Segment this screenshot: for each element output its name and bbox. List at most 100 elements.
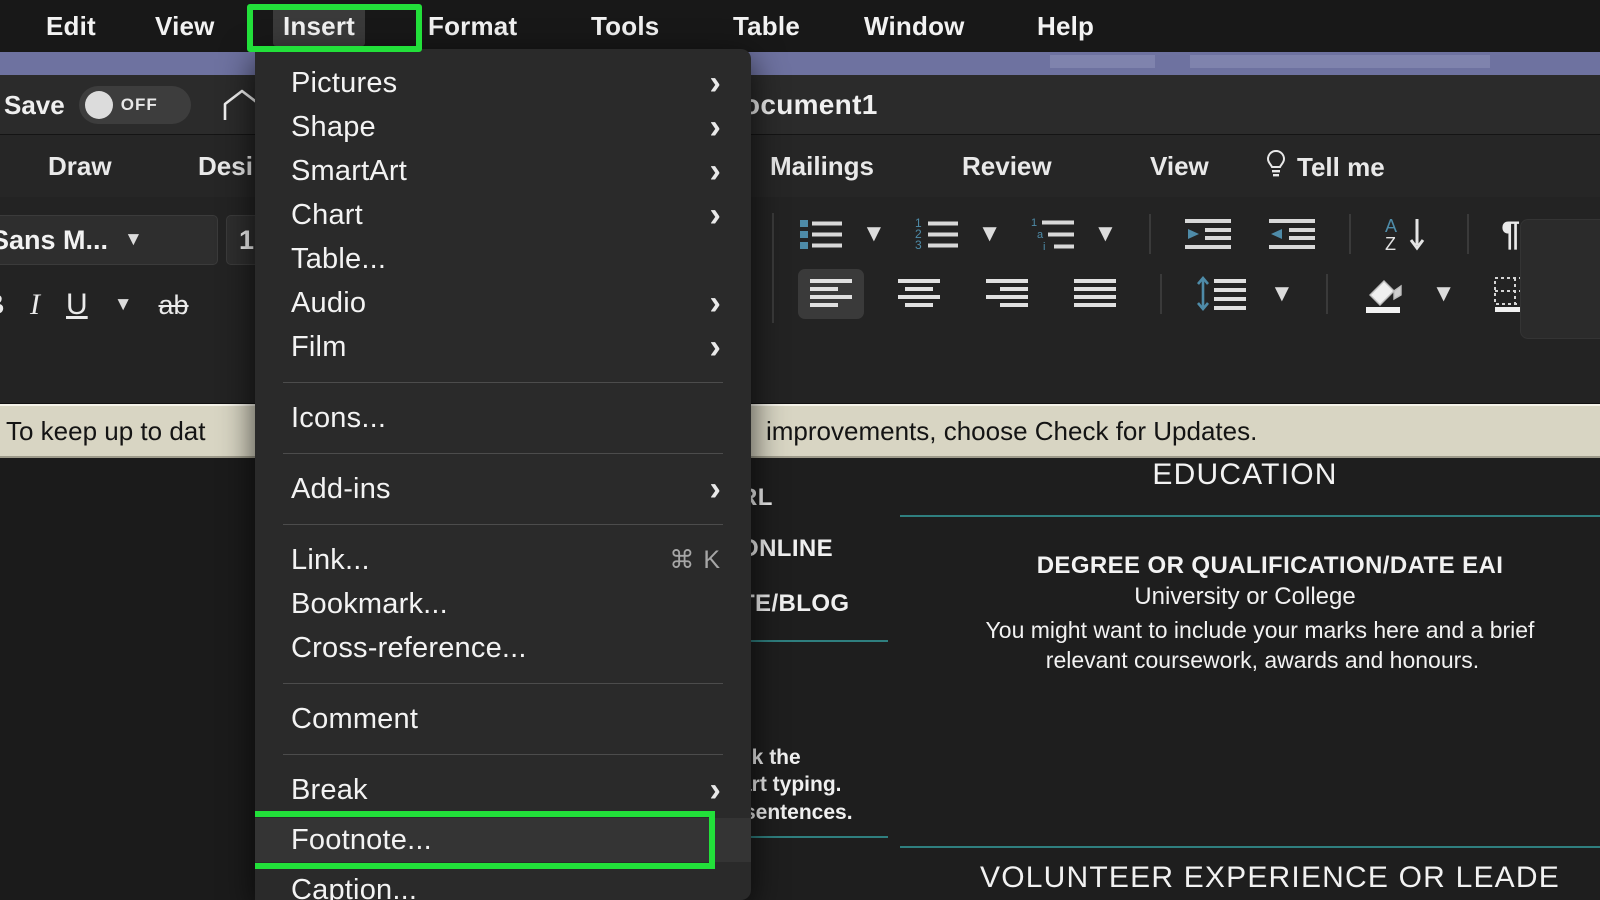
numbered-list-chevron-down-icon[interactable]: ▼ — [978, 220, 1002, 248]
menu-item-smartart[interactable]: SmartArt › — [255, 149, 751, 193]
macos-menu-bar: Edit View Insert Format Tools Table Window Help — [0, 0, 1600, 52]
teal-divider — [750, 836, 888, 838]
underline-button[interactable]: U — [66, 288, 88, 322]
menu-item-audio[interactable]: Audio › — [255, 281, 751, 325]
menu-item-comment[interactable]: Comment — [255, 697, 751, 741]
ribbon-tab-mailings[interactable]: Mailings — [748, 147, 896, 186]
degree-heading: DEGREE OR QUALIFICATION/DATE EAI — [1036, 552, 1504, 579]
update-notification-bar[interactable]: To keep up to dat improvements, choose C… — [0, 404, 1600, 458]
numbered-list-icon[interactable]: 1 2 3 — [914, 214, 960, 254]
multilevel-list-icon[interactable]: 1 a i — [1030, 214, 1076, 254]
ribbon-tab-label: Tell me — [1297, 152, 1385, 182]
sort-az-icon[interactable]: A Z — [1383, 213, 1435, 255]
menu-separator — [283, 453, 723, 454]
menu-item-cross-reference[interactable]: Cross-reference... — [255, 626, 751, 670]
menubar-item-help[interactable]: Help — [1027, 7, 1104, 46]
word-window: Document1 Save OFF Draw Desi Mailings Revie… — [0, 52, 1600, 900]
menu-item-add-ins[interactable]: Add-ins › — [255, 467, 751, 511]
svg-text:A: A — [1385, 216, 1397, 236]
align-left-icon[interactable] — [798, 269, 864, 319]
line-spacing-chevron-down-icon[interactable]: ▼ — [1270, 280, 1294, 308]
menubar-item-edit[interactable]: Edit — [36, 7, 106, 46]
group-divider — [1349, 214, 1352, 254]
group-divider — [1325, 274, 1328, 314]
menubar-item-format[interactable]: Format — [418, 7, 527, 46]
document-canvas[interactable]: RL ONLINE : TE/BLOG ck the art typing. s… — [0, 458, 1600, 900]
align-center-icon[interactable] — [886, 269, 952, 319]
teal-divider — [900, 846, 1600, 848]
bulleted-list-chevron-down-icon[interactable]: ▼ — [862, 220, 886, 248]
autosave-state: OFF — [120, 95, 158, 114]
menu-item-label: Cross-reference... — [291, 631, 527, 664]
menu-item-film[interactable]: Film › — [255, 325, 751, 369]
insert-dropdown-menu[interactable]: Pictures › Shape › SmartArt › Chart › Table... Au… — [255, 49, 751, 900]
menu-item-icons[interactable]: Icons... — [255, 396, 751, 440]
menubar-item-window[interactable]: Window — [854, 7, 975, 46]
menu-item-pictures[interactable]: Pictures › — [255, 61, 751, 105]
strikethrough-button[interactable]: ab — [159, 290, 189, 321]
ribbon-tab-label: Desi — [198, 150, 253, 181]
line-spacing-icon[interactable] — [1194, 274, 1248, 314]
justify-icon[interactable] — [1062, 269, 1128, 319]
increase-indent-icon[interactable] — [1267, 214, 1317, 254]
font-size-value: 1 — [239, 224, 255, 255]
teal-divider — [750, 640, 888, 642]
show-formatting-marks-icon[interactable]: ¶ — [1501, 215, 1520, 254]
menubar-item-tools[interactable]: Tools — [581, 7, 669, 46]
document-page[interactable]: RL ONLINE : TE/BLOG ck the art typing. s… — [740, 458, 1600, 900]
underline-chevron-down-icon[interactable]: ▼ — [114, 294, 133, 316]
menu-item-caption[interactable]: Caption... — [255, 868, 751, 900]
styles-gallery[interactable] — [1520, 219, 1600, 339]
menu-item-label: Break — [291, 773, 368, 806]
multilevel-list-chevron-down-icon[interactable]: ▼ — [1094, 220, 1118, 248]
bulleted-list-icon[interactable] — [798, 214, 844, 254]
group-divider — [772, 213, 774, 323]
chevron-right-icon: › — [709, 283, 721, 322]
menu-item-link[interactable]: Link... ⌘ K — [255, 538, 751, 582]
menu-item-label: Chart — [291, 198, 363, 231]
font-name-selector[interactable]: ill Sans M... ▼ — [0, 215, 218, 265]
chevron-right-icon: › — [709, 107, 721, 146]
menu-item-label: SmartArt — [291, 154, 407, 187]
ribbon-tab-label: Draw — [48, 150, 112, 181]
menu-separator — [283, 524, 723, 525]
menu-item-label: Pictures — [291, 66, 398, 99]
svg-text:i: i — [1043, 241, 1045, 253]
menu-item-table[interactable]: Table... — [255, 237, 751, 281]
menu-item-break[interactable]: Break › — [255, 768, 751, 812]
menu-item-chart[interactable]: Chart › — [255, 193, 751, 237]
ribbon-tab-label: Review — [962, 150, 1052, 181]
ribbon-tab-review[interactable]: Review — [940, 147, 1074, 186]
resume-left-line: TE/BLOG — [740, 590, 850, 617]
notification-text-left: To keep up to dat — [6, 415, 206, 446]
resume-left-line: ONLINE — [740, 535, 834, 562]
autosave-toggle[interactable]: OFF — [78, 86, 191, 124]
bold-button[interactable]: B — [0, 288, 4, 322]
menubar-item-insert[interactable]: Insert — [273, 6, 366, 46]
menubar-item-view[interactable]: View — [145, 7, 225, 46]
teal-divider — [900, 515, 1600, 517]
menu-item-label: Table... — [291, 242, 387, 275]
shading-chevron-down-icon[interactable]: ▼ — [1432, 280, 1456, 308]
shading-icon[interactable] — [1360, 273, 1410, 315]
description-line: relevant coursework, awards and honours. — [1045, 647, 1480, 673]
chevron-right-icon: › — [709, 151, 721, 190]
chevron-down-icon: ▼ — [124, 229, 143, 250]
menu-item-footnote[interactable]: Footnote... — [255, 811, 751, 869]
italic-button[interactable]: I — [30, 288, 40, 322]
resume-left-body: sentences. — [744, 801, 853, 824]
menubar-item-table[interactable]: Table — [723, 7, 810, 46]
ribbon-tab-tell-me[interactable]: Tell me — [1243, 145, 1407, 187]
ribbon-tab-draw[interactable]: Draw — [26, 147, 134, 186]
menu-item-shortcut: ⌘ K — [669, 546, 721, 574]
section-heading-education: EDUCATION — [1152, 458, 1338, 491]
menu-item-bookmark[interactable]: Bookmark... — [255, 582, 751, 626]
align-right-icon[interactable] — [974, 269, 1040, 319]
resume-left-body: art typing. — [740, 773, 842, 796]
decrease-indent-icon[interactable] — [1183, 214, 1233, 254]
ribbon-tab-view[interactable]: View — [1128, 147, 1231, 186]
menu-item-shape[interactable]: Shape › — [255, 105, 751, 149]
chevron-right-icon: › — [709, 195, 721, 234]
autosave-label: Save — [4, 89, 65, 120]
autosave-control[interactable]: Save OFF — [0, 75, 265, 135]
